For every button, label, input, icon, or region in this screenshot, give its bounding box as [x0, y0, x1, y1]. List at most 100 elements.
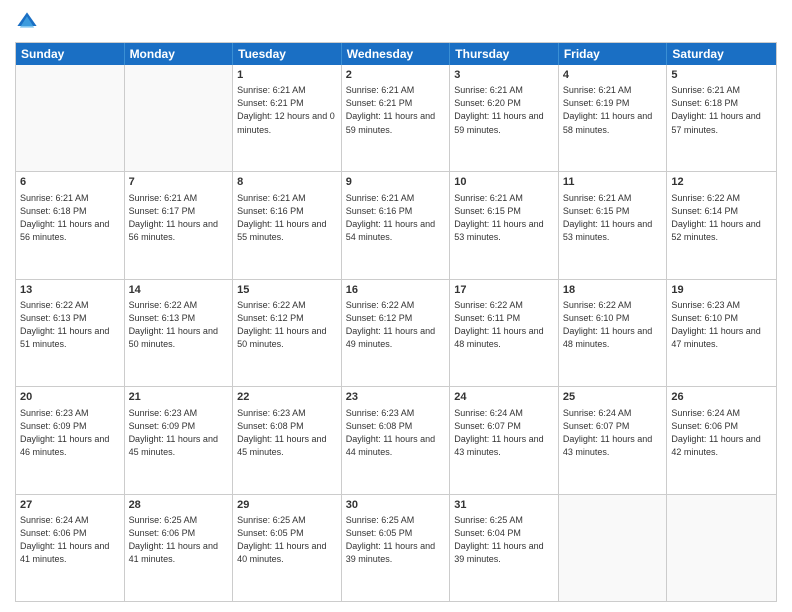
day-number: 3: [454, 68, 554, 83]
calendar-cell-6: 6Sunrise: 6:21 AM Sunset: 6:18 PM Daylig…: [16, 172, 125, 278]
day-number: 25: [563, 390, 663, 405]
cell-info: Sunrise: 6:23 AM Sunset: 6:08 PM Dayligh…: [346, 407, 446, 459]
calendar-cell-1: 1Sunrise: 6:21 AM Sunset: 6:21 PM Daylig…: [233, 65, 342, 171]
logo-icon: [15, 10, 39, 34]
calendar-cell-13: 13Sunrise: 6:22 AM Sunset: 6:13 PM Dayli…: [16, 280, 125, 386]
day-number: 4: [563, 68, 663, 83]
calendar-cell-16: 16Sunrise: 6:22 AM Sunset: 6:12 PM Dayli…: [342, 280, 451, 386]
calendar-cell-14: 14Sunrise: 6:22 AM Sunset: 6:13 PM Dayli…: [125, 280, 234, 386]
cell-info: Sunrise: 6:24 AM Sunset: 6:07 PM Dayligh…: [454, 407, 554, 459]
calendar-cell-17: 17Sunrise: 6:22 AM Sunset: 6:11 PM Dayli…: [450, 280, 559, 386]
calendar: SundayMondayTuesdayWednesdayThursdayFrid…: [15, 42, 777, 602]
calendar-week-2: 13 Sunrise: 6:22 AM Sunset: 6:13 PM Dayli…: [16, 280, 776, 387]
calendar-header-friday: Friday: [559, 43, 668, 65]
day-number: 17: [454, 283, 554, 298]
calendar-week-4: 27Sunrise: 6:24 AM Sunset: 6:06 PM Dayli…: [16, 495, 776, 601]
calendar-cell-25: 25 Sunrise: 6:24 AM Sunset: 6:07 PM Dayli…: [559, 387, 668, 493]
logo: [15, 10, 43, 34]
calendar-cell-22: 22 Sunrise: 6:23 AM Sunset: 6:08 PM Dayli…: [233, 387, 342, 493]
day-number: 13: [20, 283, 120, 298]
calendar-week-1: 6Sunrise: 6:21 AM Sunset: 6:18 PM Daylig…: [16, 172, 776, 279]
day-number: 6: [20, 175, 120, 190]
calendar-header-tuesday: Tuesday: [233, 43, 342, 65]
calendar-cell-2: 2Sunrise: 6:21 AM Sunset: 6:21 PM Daylig…: [342, 65, 451, 171]
calendar-cell-15: 15Sunrise: 6:22 AM Sunset: 6:12 PM Dayli…: [233, 280, 342, 386]
day-number: 10: [454, 175, 554, 190]
day-number: 5: [671, 68, 772, 83]
day-number: 8: [237, 175, 337, 190]
calendar-cell-11: 11 Sunrise: 6:21 AM Sunset: 6:15 PM Dayli…: [559, 172, 668, 278]
calendar-header-saturday: Saturday: [667, 43, 776, 65]
day-number: 12: [671, 175, 772, 190]
cell-info: Sunrise: 6:25 AM Sunset: 6:05 PM Dayligh…: [237, 514, 337, 566]
day-number: 11: [563, 175, 663, 190]
page: SundayMondayTuesdayWednesdayThursdayFrid…: [0, 0, 792, 612]
day-number: 14: [129, 283, 229, 298]
calendar-cell-24: 24 Sunrise: 6:24 AM Sunset: 6:07 PM Dayli…: [450, 387, 559, 493]
cell-info: Sunrise: 6:22 AM Sunset: 6:14 PM Dayligh…: [671, 192, 772, 244]
day-number: 31: [454, 498, 554, 513]
calendar-cell-26: 26Sunrise: 6:24 AM Sunset: 6:06 PM Dayli…: [667, 387, 776, 493]
calendar-cell-8: 8 Sunrise: 6:21 AM Sunset: 6:16 PM Daylig…: [233, 172, 342, 278]
cell-info: Sunrise: 6:25 AM Sunset: 6:04 PM Dayligh…: [454, 514, 554, 566]
calendar-week-3: 20 Sunrise: 6:23 AM Sunset: 6:09 PM Dayli…: [16, 387, 776, 494]
cell-info: Sunrise: 6:21 AM Sunset: 6:20 PM Dayligh…: [454, 84, 554, 136]
day-number: 22: [237, 390, 337, 405]
cell-info: Sunrise: 6:21 AM Sunset: 6:16 PM Dayligh…: [346, 192, 446, 244]
calendar-cell-19: 19Sunrise: 6:23 AM Sunset: 6:10 PM Dayli…: [667, 280, 776, 386]
calendar-header-sunday: Sunday: [16, 43, 125, 65]
day-number: 20: [20, 390, 120, 405]
day-number: 7: [129, 175, 229, 190]
calendar-week-0: 1Sunrise: 6:21 AM Sunset: 6:21 PM Daylig…: [16, 65, 776, 172]
calendar-cell-7: 7Sunrise: 6:21 AM Sunset: 6:17 PM Daylig…: [125, 172, 234, 278]
calendar-header-monday: Monday: [125, 43, 234, 65]
cell-info: Sunrise: 6:22 AM Sunset: 6:12 PM Dayligh…: [346, 299, 446, 351]
day-number: 16: [346, 283, 446, 298]
calendar-body: 1Sunrise: 6:21 AM Sunset: 6:21 PM Daylig…: [16, 65, 776, 601]
calendar-cell-empty: [667, 495, 776, 601]
cell-info: Sunrise: 6:22 AM Sunset: 6:13 PM Dayligh…: [129, 299, 229, 351]
cell-info: Sunrise: 6:21 AM Sunset: 6:18 PM Dayligh…: [671, 84, 772, 136]
cell-info: Sunrise: 6:22 AM Sunset: 6:12 PM Dayligh…: [237, 299, 337, 351]
calendar-cell-empty: [16, 65, 125, 171]
calendar-cell-30: 30Sunrise: 6:25 AM Sunset: 6:05 PM Dayli…: [342, 495, 451, 601]
calendar-cell-4: 4Sunrise: 6:21 AM Sunset: 6:19 PM Daylig…: [559, 65, 668, 171]
day-number: 19: [671, 283, 772, 298]
day-number: 24: [454, 390, 554, 405]
cell-info: Sunrise: 6:24 AM Sunset: 6:07 PM Dayligh…: [563, 407, 663, 459]
day-number: 30: [346, 498, 446, 513]
cell-info: Sunrise: 6:23 AM Sunset: 6:08 PM Dayligh…: [237, 407, 337, 459]
calendar-cell-9: 9Sunrise: 6:21 AM Sunset: 6:16 PM Daylig…: [342, 172, 451, 278]
day-number: 15: [237, 283, 337, 298]
cell-info: Sunrise: 6:23 AM Sunset: 6:09 PM Dayligh…: [20, 407, 120, 459]
calendar-cell-23: 23 Sunrise: 6:23 AM Sunset: 6:08 PM Dayli…: [342, 387, 451, 493]
calendar-header-row: SundayMondayTuesdayWednesdayThursdayFrid…: [16, 43, 776, 65]
header: [15, 10, 777, 34]
calendar-cell-18: 18Sunrise: 6:22 AM Sunset: 6:10 PM Dayli…: [559, 280, 668, 386]
day-number: 18: [563, 283, 663, 298]
cell-info: Sunrise: 6:23 AM Sunset: 6:09 PM Dayligh…: [129, 407, 229, 459]
day-number: 28: [129, 498, 229, 513]
day-number: 21: [129, 390, 229, 405]
day-number: 26: [671, 390, 772, 405]
day-number: 29: [237, 498, 337, 513]
cell-info: Sunrise: 6:21 AM Sunset: 6:16 PM Dayligh…: [237, 192, 337, 244]
cell-info: Sunrise: 6:21 AM Sunset: 6:21 PM Dayligh…: [346, 84, 446, 136]
cell-info: Sunrise: 6:21 AM Sunset: 6:21 PM Dayligh…: [237, 84, 337, 136]
cell-info: Sunrise: 6:24 AM Sunset: 6:06 PM Dayligh…: [20, 514, 120, 566]
cell-info: Sunrise: 6:21 AM Sunset: 6:15 PM Dayligh…: [563, 192, 663, 244]
calendar-cell-5: 5Sunrise: 6:21 AM Sunset: 6:18 PM Daylig…: [667, 65, 776, 171]
cell-info: Sunrise: 6:25 AM Sunset: 6:06 PM Dayligh…: [129, 514, 229, 566]
day-number: 1: [237, 68, 337, 83]
cell-info: Sunrise: 6:22 AM Sunset: 6:10 PM Dayligh…: [563, 299, 663, 351]
cell-info: Sunrise: 6:22 AM Sunset: 6:11 PM Dayligh…: [454, 299, 554, 351]
calendar-cell-10: 10 Sunrise: 6:21 AM Sunset: 6:15 PM Dayli…: [450, 172, 559, 278]
calendar-cell-29: 29Sunrise: 6:25 AM Sunset: 6:05 PM Dayli…: [233, 495, 342, 601]
day-number: 23: [346, 390, 446, 405]
cell-info: Sunrise: 6:21 AM Sunset: 6:15 PM Dayligh…: [454, 192, 554, 244]
calendar-header-thursday: Thursday: [450, 43, 559, 65]
calendar-cell-empty: [125, 65, 234, 171]
cell-info: Sunrise: 6:25 AM Sunset: 6:05 PM Dayligh…: [346, 514, 446, 566]
calendar-cell-28: 28Sunrise: 6:25 AM Sunset: 6:06 PM Dayli…: [125, 495, 234, 601]
calendar-cell-21: 21 Sunrise: 6:23 AM Sunset: 6:09 PM Dayli…: [125, 387, 234, 493]
